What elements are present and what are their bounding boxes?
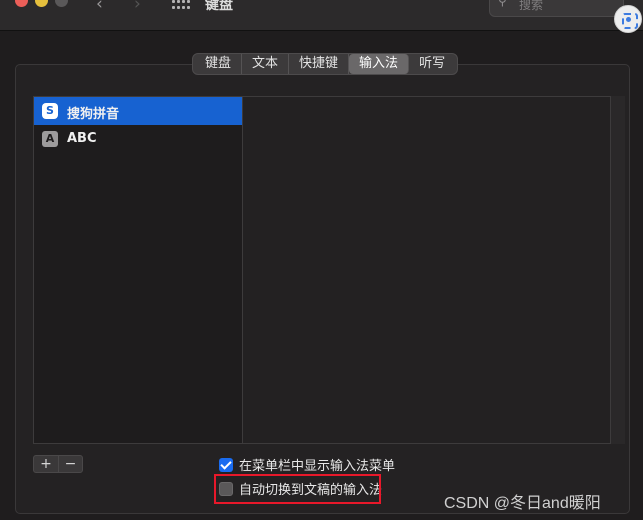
minimize-window-button[interactable]: [35, 0, 48, 7]
tab-input-sources[interactable]: 输入法: [349, 54, 410, 74]
title-bar: ‹ › 键盘 ⚲ 搜索: [0, 0, 643, 31]
forward-button[interactable]: ›: [134, 0, 141, 14]
close-window-button[interactable]: [15, 0, 28, 7]
input-source-list: S 搜狗拼音 A ABC: [33, 96, 243, 444]
sogou-icon: S: [42, 103, 58, 119]
annotation-highlight-box: [214, 474, 381, 504]
remove-input-source-button[interactable]: −: [58, 456, 82, 472]
tab-shortcuts[interactable]: 快捷键: [289, 54, 350, 74]
tab-text[interactable]: 文本: [242, 54, 290, 74]
screenshot-tool-icon[interactable]: [614, 5, 642, 33]
tab-bar: 键盘 文本 快捷键 输入法 听写: [192, 53, 459, 75]
zoom-window-button[interactable]: [55, 0, 68, 7]
search-field[interactable]: ⚲ 搜索: [489, 0, 624, 17]
list-item-label: ABC: [67, 131, 97, 146]
watermark: CSDN @冬日and暖阳: [444, 495, 601, 512]
window-title: 键盘: [205, 0, 233, 13]
show-all-grid-icon[interactable]: [172, 0, 190, 9]
show-menu-option[interactable]: 在菜单栏中显示输入法菜单: [219, 455, 395, 474]
show-menu-label: 在菜单栏中显示输入法菜单: [239, 459, 396, 474]
list-item-abc[interactable]: A ABC: [34, 125, 242, 153]
detail-scrollbar[interactable]: [610, 96, 625, 444]
add-input-source-button[interactable]: +: [34, 456, 58, 472]
list-item-sogou[interactable]: S 搜狗拼音: [34, 97, 242, 125]
tab-dictation[interactable]: 听写: [409, 54, 455, 74]
show-menu-checkbox[interactable]: [219, 457, 233, 472]
search-placeholder: 搜索: [519, 0, 544, 12]
back-button[interactable]: ‹: [96, 0, 103, 14]
search-icon: ⚲: [498, 0, 507, 8]
list-controls: + −: [33, 455, 83, 473]
tab-keyboard[interactable]: 键盘: [195, 54, 243, 74]
list-item-label: 搜狗拼音: [67, 107, 120, 122]
input-source-detail: [243, 96, 611, 444]
abc-icon: A: [42, 131, 58, 147]
